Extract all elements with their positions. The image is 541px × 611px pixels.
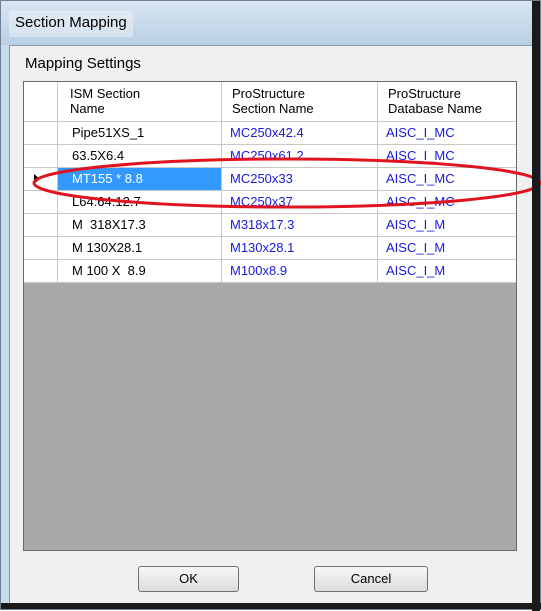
current-row-arrow-icon [34, 174, 40, 184]
prostructure-database-name-cell[interactable]: AISC_I_MC [378, 168, 516, 191]
ism-section-name-cell[interactable]: 63.5X6.4 [58, 145, 222, 168]
column-header-line2: Section Name [232, 101, 314, 116]
prostructure-section-name-cell[interactable]: MC250x33 [222, 168, 378, 191]
grid-rows: Pipe51XS_1 MC250x42.4 AISC_I_MC 63.5X6.4… [24, 122, 516, 283]
column-header-line2: Database Name [388, 101, 482, 116]
prostructure-database-name-cell[interactable]: AISC_I_M [378, 260, 516, 283]
prostructure-section-name-cell[interactable]: M318x17.3 [222, 214, 378, 237]
title-bar[interactable]: Section Mapping [1, 1, 534, 45]
ism-section-name-cell[interactable]: M 130X28.1 [58, 237, 222, 260]
ok-button[interactable]: OK [138, 566, 239, 592]
prostructure-section-name-cell[interactable]: MC250x42.4 [222, 122, 378, 145]
window-frame-edge [532, 1, 540, 611]
window-frame-edge [1, 603, 541, 609]
window-title: Section Mapping [9, 11, 133, 37]
prostructure-section-name-cell[interactable]: M130x28.1 [222, 237, 378, 260]
column-header-line1: ISM Section [70, 86, 141, 101]
prostructure-database-name-cell[interactable]: AISC_I_M [378, 214, 516, 237]
ism-section-name-cell[interactable]: M 318X17.3 [58, 214, 222, 237]
prostructure-section-name-cell[interactable]: MC250x61.2 [222, 145, 378, 168]
row-header[interactable] [24, 237, 58, 260]
prostructure-database-name-cell[interactable]: AISC_I_MC [378, 145, 516, 168]
mapping-settings-label: Mapping Settings [25, 55, 141, 72]
row-header[interactable] [24, 122, 58, 145]
row-header[interactable] [24, 168, 58, 191]
section-mapping-window: Section Mapping Mapping Settings ISM Sec… [0, 0, 541, 611]
column-header-prostructure-section-name[interactable]: ProStructure Section Name [222, 82, 378, 122]
column-header-ism-section-name[interactable]: ISM Section Name [58, 82, 222, 122]
mapping-grid[interactable]: ISM Section Name ProStructure Section Na… [23, 81, 517, 551]
table-row[interactable]: 63.5X6.4 MC250x61.2 AISC_I_MC [24, 145, 516, 168]
table-row[interactable]: M 100 X 8.9 M100x8.9 AISC_I_M [24, 260, 516, 283]
cancel-button[interactable]: Cancel [314, 566, 428, 592]
row-header[interactable] [24, 214, 58, 237]
column-header-line2: Name [70, 101, 105, 116]
table-row[interactable]: M 130X28.1 M130x28.1 AISC_I_M [24, 237, 516, 260]
ism-section-name-cell[interactable]: Pipe51XS_1 [58, 122, 222, 145]
ism-section-name-cell[interactable]: M 100 X 8.9 [58, 260, 222, 283]
row-header[interactable] [24, 191, 58, 214]
row-header-corner [24, 82, 58, 122]
prostructure-database-name-cell[interactable]: AISC_I_M [378, 237, 516, 260]
prostructure-section-name-cell[interactable]: MC250x37 [222, 191, 378, 214]
ism-section-name-cell[interactable]: L64:64:12.7 [58, 191, 222, 214]
row-header[interactable] [24, 145, 58, 168]
table-row[interactable]: M 318X17.3 M318x17.3 AISC_I_M [24, 214, 516, 237]
prostructure-database-name-cell[interactable]: AISC_I_MC [378, 191, 516, 214]
column-header-line1: ProStructure [232, 86, 305, 101]
prostructure-section-name-cell[interactable]: M100x8.9 [222, 260, 378, 283]
ism-section-name-cell[interactable]: MT155 * 8.8 [58, 168, 222, 191]
column-header-line1: ProStructure [388, 86, 461, 101]
row-header[interactable] [24, 260, 58, 283]
column-header-prostructure-database-name[interactable]: ProStructure Database Name [378, 82, 516, 122]
table-row-selected[interactable]: MT155 * 8.8 MC250x33 AISC_I_MC [24, 168, 516, 191]
table-row[interactable]: Pipe51XS_1 MC250x42.4 AISC_I_MC [24, 122, 516, 145]
table-row[interactable]: L64:64:12.7 MC250x37 AISC_I_MC [24, 191, 516, 214]
prostructure-database-name-cell[interactable]: AISC_I_MC [378, 122, 516, 145]
